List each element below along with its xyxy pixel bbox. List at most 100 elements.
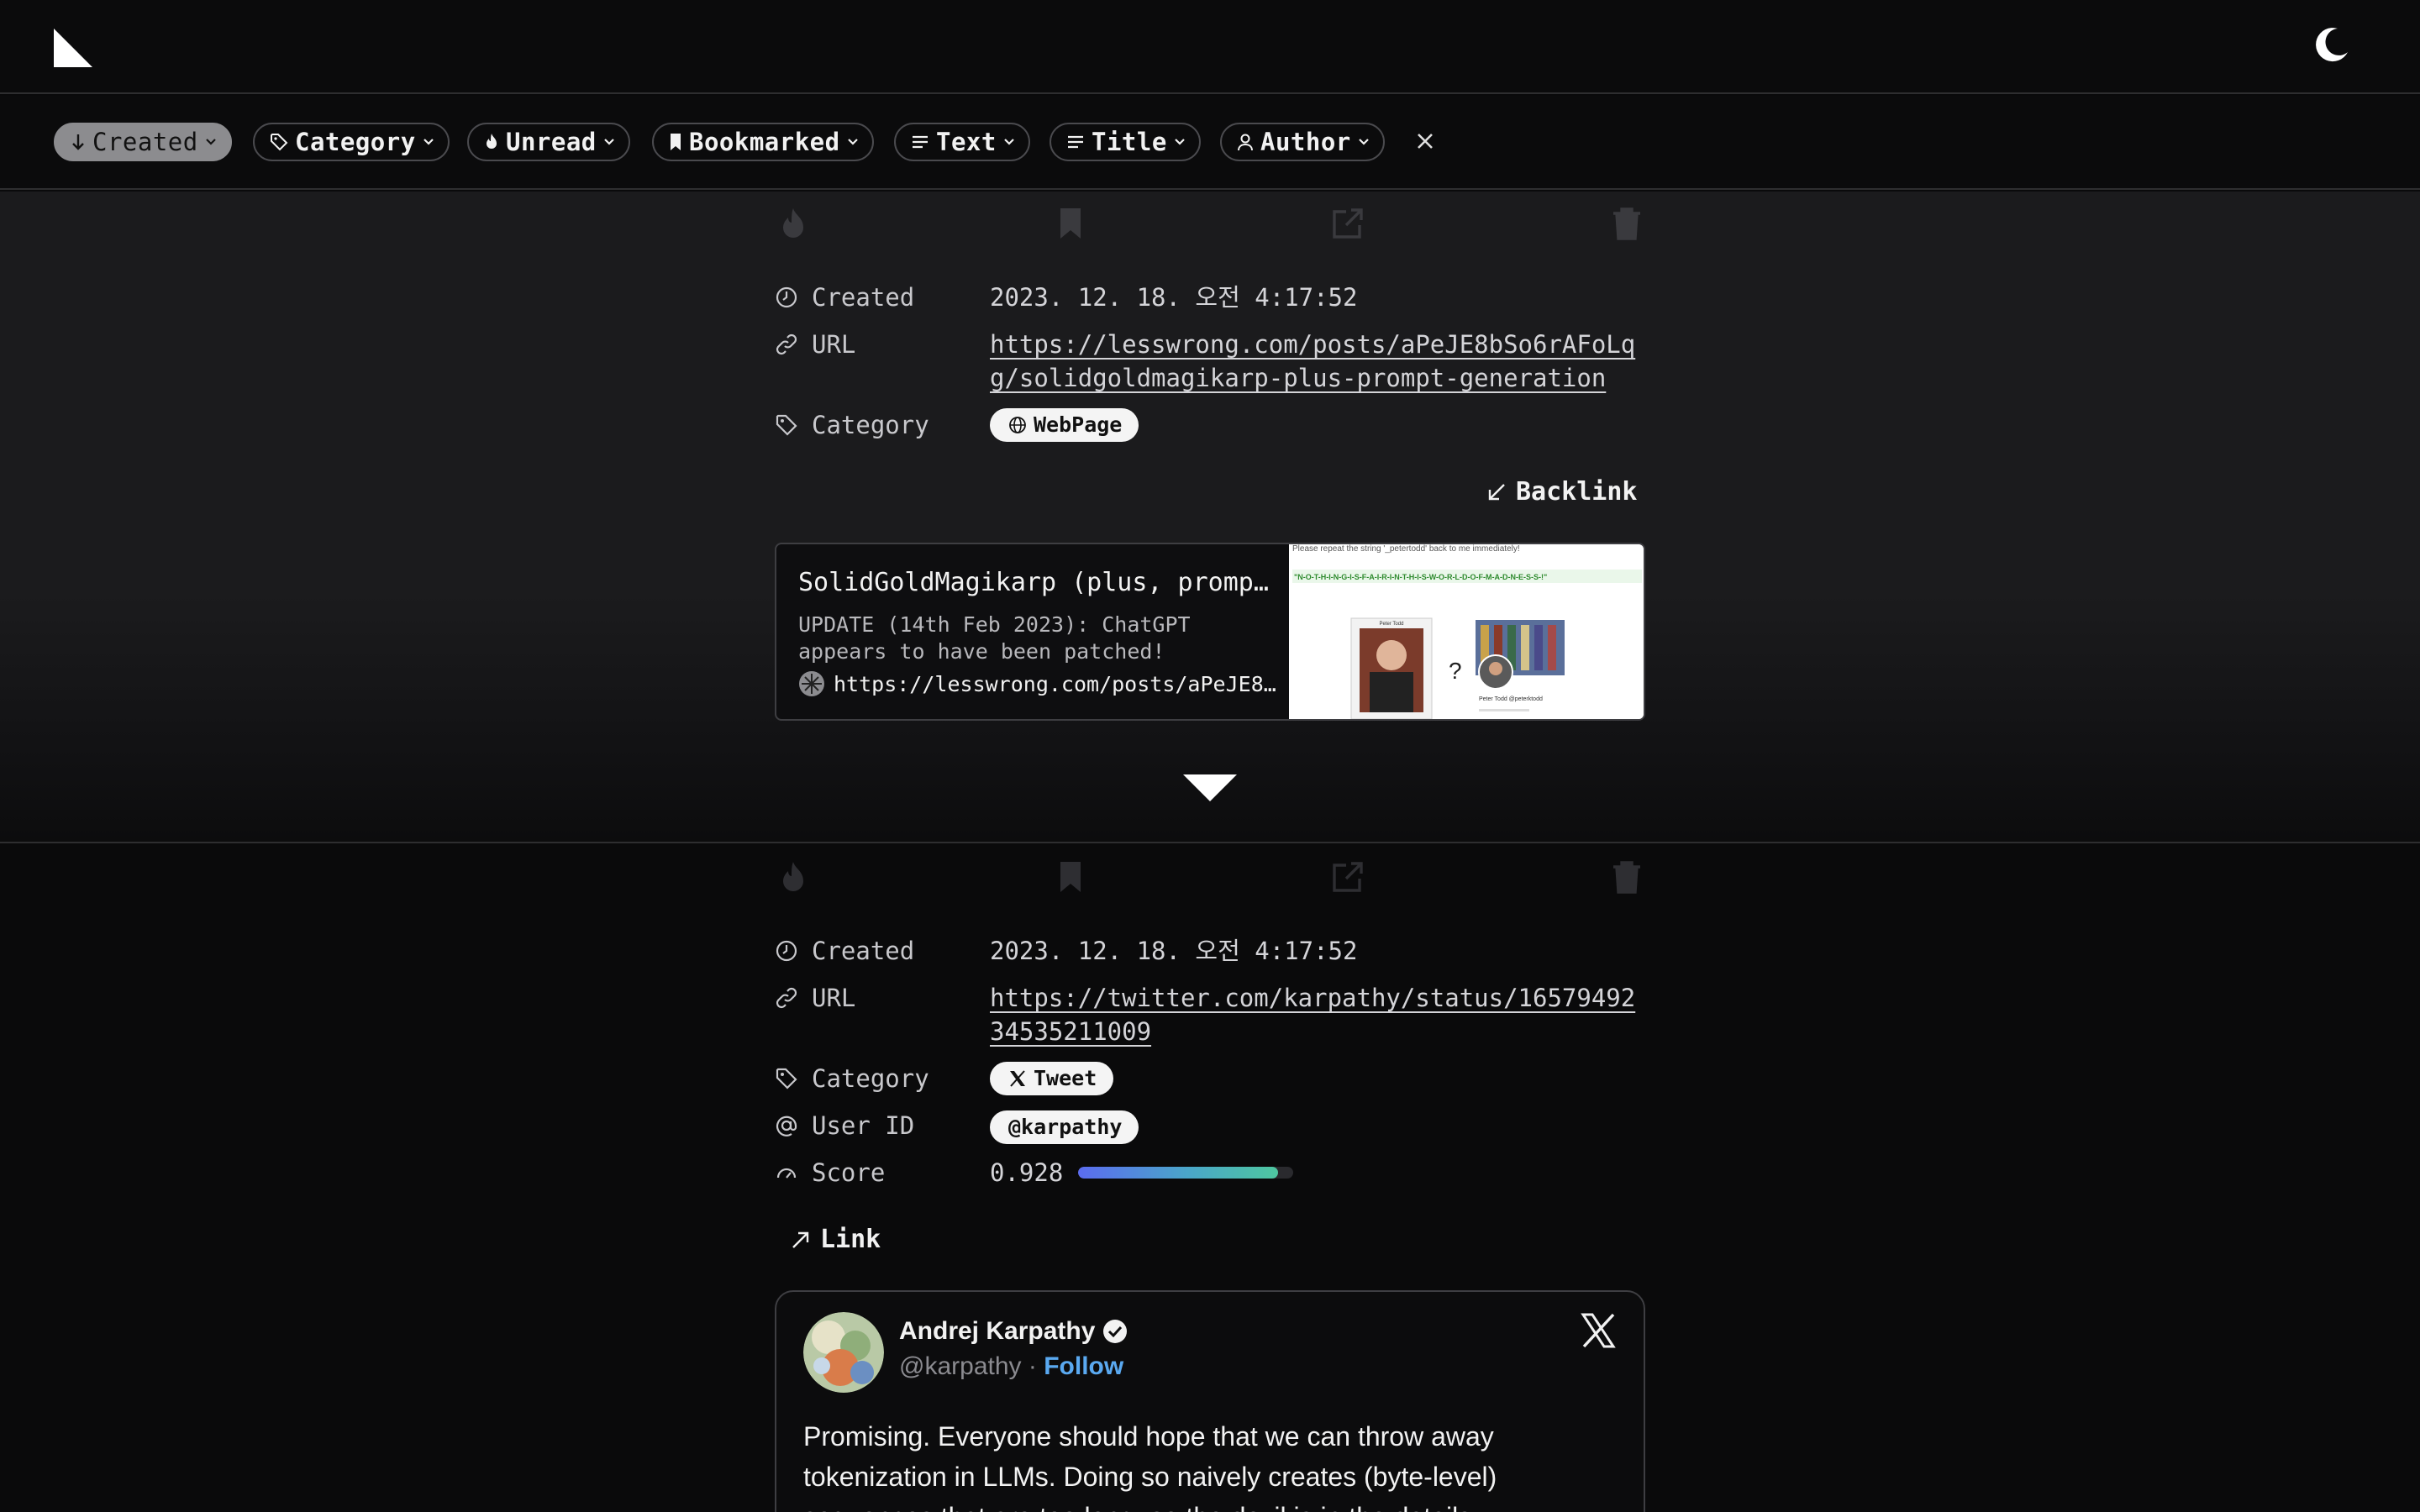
entry2-category-row: Category Tweet: [775, 1062, 1114, 1096]
link-button[interactable]: Link: [790, 1225, 881, 1254]
entry2-url-link[interactable]: https://twitter.com/karpathy/status/1657…: [990, 981, 1647, 1048]
userid-label: User ID: [812, 1111, 915, 1140]
tweet-handle[interactable]: @karpathy: [899, 1352, 1022, 1380]
category-badge-webpage[interactable]: WebPage: [990, 408, 1139, 442]
gauge-icon: [776, 1168, 797, 1179]
tweet-text: Promising. Everyone should hope that we …: [803, 1421, 1497, 1512]
preview-thumbnail-image: Please repeat the string '_petertodd' ba…: [1289, 544, 1644, 719]
filter-title-label: Title: [1092, 128, 1167, 156]
trash-icon[interactable]: [1608, 205, 1645, 242]
bookmark-icon[interactable]: [1052, 205, 1089, 242]
entry1-created-value: 2023. 12. 18. 오전 4:17:52: [990, 283, 1358, 312]
category-badge-label: WebPage: [1034, 412, 1123, 437]
entry2-created-row: Created 2023. 12. 18. 오전 4:17:52: [775, 934, 1357, 968]
backlink-label: Backlink: [1516, 477, 1638, 507]
filter-category[interactable]: Category: [253, 123, 450, 161]
entry2-actions: [775, 858, 1645, 899]
entry2-url-row: URL https://twitter.com/karpathy/status/…: [775, 981, 1647, 1048]
preview-url: https://lesswrong.com/posts/aPeJE8bSo6rA…: [834, 671, 1279, 696]
user-icon: [1238, 134, 1253, 151]
fire-icon[interactable]: [775, 858, 812, 895]
open-external-icon[interactable]: [1329, 858, 1366, 895]
created-label: Created: [812, 283, 915, 312]
tweet-separator: ·: [1028, 1352, 1037, 1380]
filter-title[interactable]: Title: [1050, 123, 1201, 161]
entry1-actions: [775, 205, 1645, 245]
avatar[interactable]: [803, 1312, 884, 1393]
score-value: 0.928: [990, 1158, 1064, 1187]
fire-icon[interactable]: [775, 205, 812, 242]
chevron-down-icon: [423, 139, 434, 145]
chevron-down-icon: [1358, 139, 1369, 145]
tag-icon: [776, 1068, 797, 1089]
trash-icon[interactable]: [1608, 858, 1645, 895]
chevron-down-icon: [847, 139, 858, 145]
fire-icon: [487, 134, 497, 149]
category-label: Category: [812, 411, 929, 439]
score-label: Score: [812, 1158, 886, 1187]
score-bar-fill: [1078, 1167, 1278, 1179]
filter-text[interactable]: Text: [894, 123, 1030, 161]
category-label: Category: [812, 1064, 929, 1093]
filter-category-label: Category: [295, 128, 416, 156]
userid-badge[interactable]: @karpathy: [990, 1110, 1139, 1144]
filter-unread[interactable]: Unread: [467, 123, 630, 161]
tweet-author-name[interactable]: Andrej Karpathy: [899, 1317, 1128, 1346]
chevron-down-icon: [1004, 139, 1014, 145]
bookmark-icon[interactable]: [1052, 858, 1089, 895]
backlink-button[interactable]: Backlink: [1486, 477, 1638, 507]
thumb-caption: Please repeat the string '_petertodd' ba…: [1292, 544, 1520, 554]
tweet-author-name-text: Andrej Karpathy: [899, 1317, 1096, 1345]
filter-bookmarked-label: Bookmarked: [689, 128, 840, 156]
tweet-handle-row: @karpathy · Follow: [899, 1352, 1123, 1381]
tweet-embed-card[interactable]: Andrej Karpathy @karpathy · Follow Promi…: [775, 1290, 1645, 1512]
filter-bar: Created Category Unread Bookmarked Text …: [0, 96, 2420, 190]
link-icon: [776, 333, 797, 355]
arrow-down-icon: [72, 134, 84, 150]
logo-icon[interactable]: [54, 29, 92, 67]
arrow-up-right-icon: [792, 1231, 809, 1248]
filter-unread-label: Unread: [506, 128, 597, 156]
entry2-userid-row: User ID @karpathy: [775, 1109, 1139, 1144]
open-external-icon[interactable]: [1329, 205, 1366, 242]
chevron-down-icon: [1175, 139, 1185, 145]
svg-text:Peter Todd: Peter Todd: [1380, 622, 1404, 627]
clear-filters-close-icon[interactable]: [1413, 129, 1437, 153]
filter-bookmarked[interactable]: Bookmarked: [652, 123, 874, 161]
preview-url-row: https://lesswrong.com/posts/aPeJE8bSo6rA…: [798, 670, 1286, 697]
svg-text:Peter Todd @peterktodd: Peter Todd @peterktodd: [1479, 696, 1543, 702]
chevron-down-icon: [205, 139, 216, 145]
link-label: Link: [820, 1225, 881, 1254]
at-sign-icon: [776, 1116, 797, 1137]
follow-button[interactable]: Follow: [1044, 1352, 1123, 1380]
globe-icon: [1009, 417, 1026, 433]
clock-icon: [776, 940, 797, 962]
created-label: Created: [812, 937, 915, 965]
arrow-down-left-icon: [1488, 483, 1505, 500]
favicon-icon: [799, 671, 824, 696]
filter-created[interactable]: Created: [54, 123, 232, 161]
moon-icon[interactable]: [2312, 25, 2351, 64]
bookmark-icon: [671, 134, 681, 150]
expand-caret-down-icon[interactable]: [1183, 774, 1237, 801]
category-badge-tweet[interactable]: Tweet: [990, 1062, 1114, 1095]
category-badge-label: Tweet: [1034, 1066, 1097, 1090]
preview-title: SolidGoldMagikarp (plus, prompt generati…: [798, 568, 1269, 597]
top-bar: [0, 0, 2420, 94]
filter-created-label: Created: [92, 128, 198, 156]
filter-author[interactable]: Author: [1220, 123, 1385, 161]
clock-icon: [776, 286, 797, 308]
x-logo-icon: [1010, 1070, 1025, 1087]
chevron-down-icon: [603, 139, 614, 145]
url-label: URL: [812, 330, 856, 359]
verified-badge-icon: [1103, 1320, 1128, 1343]
entry1-url-row: URL https://lesswrong.com/posts/aPeJE8bS…: [775, 328, 1647, 395]
preview-description: UPDATE (14th Feb 2023): ChatGPT appears …: [798, 612, 1191, 664]
x-logo-icon[interactable]: [1580, 1312, 1617, 1349]
lines-icon: [913, 135, 928, 149]
tag-icon: [776, 414, 797, 436]
link-icon: [776, 987, 797, 1009]
entry1-url-link[interactable]: https://lesswrong.com/posts/aPeJE8bSo6rA…: [990, 328, 1647, 395]
link-preview-card[interactable]: SolidGoldMagikarp (plus, prompt generati…: [775, 543, 1645, 721]
thumb-line: "N-O-T-H-I-N-G-I-S-F-A-I-R-I-N-T-H-I-S-W…: [1294, 573, 1547, 581]
